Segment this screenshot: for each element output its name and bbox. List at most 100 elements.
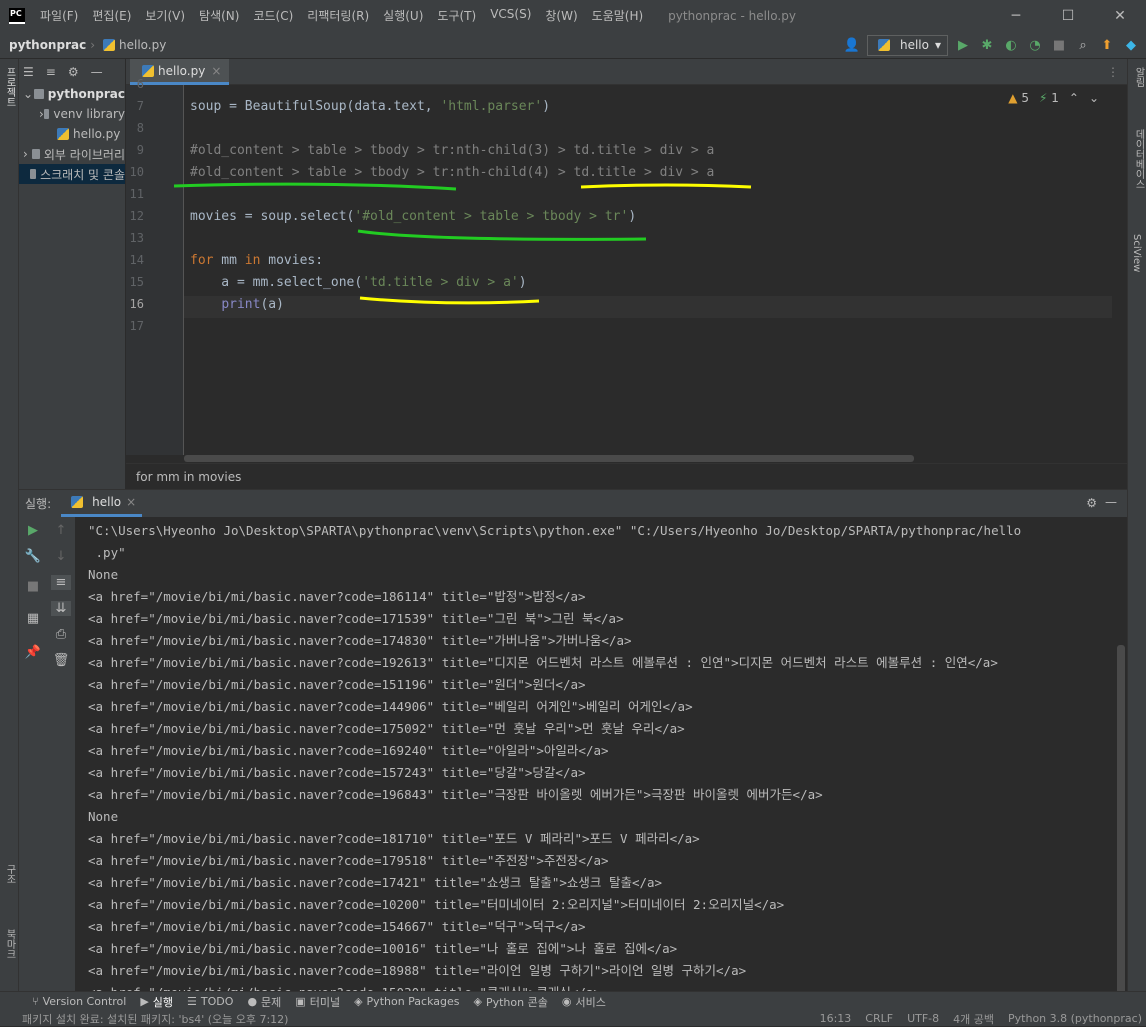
tool-tab-problems[interactable]: ● 문제 [247,994,281,1010]
console-scrollbar[interactable] [1117,645,1125,1015]
indent-setting[interactable]: 4개 공백 [953,1011,994,1027]
menu-item-4[interactable]: 코드(C) [246,7,300,24]
maximize-button[interactable]: ☐ [1042,0,1094,31]
run-config-label: hello [899,38,929,52]
tree-arrow-icon[interactable]: › [23,147,32,161]
jetbrains-icon[interactable]: ◆ [1122,38,1140,53]
tree-item[interactable]: hello.py [19,124,125,144]
gear-icon[interactable]: ⚙ [68,65,79,79]
coverage-icon[interactable]: ◐ [1002,38,1020,53]
green-underline-line-12 [357,229,647,241]
navigation-bar: pythonprac › hello.py 👤 hello ▾ ▶ ✱ ◐ ◔ … [0,31,1146,59]
hide-icon[interactable]: — [1105,495,1117,509]
status-message[interactable]: 패키지 설치 완료: 설치된 패키지: 'bs4' (오늘 오후 7:12) [22,1011,288,1027]
problems-icon: ● [247,995,258,1008]
stop-icon[interactable]: ■ [23,579,43,594]
yellow-underline-line-10 [580,183,752,189]
debug-icon[interactable]: ✱ [978,38,996,53]
up-icon[interactable]: ↑ [51,523,71,538]
print-icon[interactable]: ⎙ [51,627,71,642]
database-tool-tab[interactable]: 데이터베이스 [1131,129,1146,189]
console-line: "C:\Users\Hyeonho Jo\Desktop\SPARTA\pyth… [88,523,1022,538]
menu-item-6[interactable]: 실행(U) [376,7,430,24]
pin-icon[interactable]: 📌 [23,645,43,660]
menu-item-10[interactable]: 도움말(H) [585,7,651,24]
run-config-select[interactable]: hello ▾ [866,34,948,56]
console-output[interactable]: "C:\Users\Hyeonho Jo\Desktop\SPARTA\pyth… [88,517,1113,992]
console-line: <a href="/movie/bi/mi/basic.naver?code=1… [88,589,586,604]
horizontal-scrollbar[interactable] [184,455,914,462]
menu-item-7[interactable]: 도구(T) [430,7,483,24]
project-tool-tab[interactable]: 프로젝트 [2,67,17,107]
line-separator[interactable]: CRLF [865,1012,893,1025]
tree-item[interactable]: 스크래치 및 콘솔 [19,164,125,184]
wrench-icon[interactable]: 🔧 [23,549,43,564]
tool-tab-label: 문제 [261,995,282,1009]
tool-tab-todo[interactable]: ☰ TODO [187,995,233,1008]
minimize-button[interactable]: ─ [990,0,1042,31]
soft-wrap-icon[interactable]: ≡ [51,575,71,590]
breadcrumb-project[interactable]: pythonprac [9,38,86,52]
tool-tab-services[interactable]: ◉ 서비스 [562,994,606,1010]
services-icon: ◉ [561,995,572,1008]
expand-all-icon[interactable]: ☰ [23,65,34,79]
chevron-right-icon: › [90,37,96,52]
annotation-marks [173,182,752,305]
tree-item[interactable]: › 외부 라이브러리 [19,144,125,164]
close-tab-icon[interactable]: × [126,495,136,509]
console-line: <a href="/movie/bi/mi/basic.naver?code=1… [88,743,609,758]
profile-icon[interactable]: ◔ [1026,38,1044,53]
tree-item[interactable]: › venv library [19,104,125,124]
layout-icon[interactable]: ▦ [23,611,43,626]
menu-item-9[interactable]: 창(W) [538,7,584,24]
cursor-position[interactable]: 16:13 [820,1012,852,1025]
search-icon[interactable]: ⌕ [1074,38,1092,53]
user-icon[interactable]: 👤 [843,38,861,53]
python-console-icon: ◈ [473,995,482,1008]
menu-item-8[interactable]: VCS(S) [483,7,538,24]
stop-icon[interactable]: ■ [1050,38,1068,53]
menu-item-1[interactable]: 편집(E) [85,7,138,24]
menu-item-0[interactable]: 파일(F) [33,7,85,24]
console-line: <a href="/movie/bi/mi/basic.naver?code=1… [88,963,747,978]
folder-icon [29,169,37,179]
python-interpreter[interactable]: Python 3.8 (pythonprac) [1008,1012,1142,1025]
tool-tab-python-console[interactable]: ◈ Python 콘솔 [474,994,548,1010]
update-icon[interactable]: ⬆ [1098,38,1116,53]
tool-tab-python-packages[interactable]: ◈ Python Packages [354,995,459,1008]
notifications-tool-tab[interactable]: 알림 [1131,67,1146,87]
close-button[interactable]: ✕ [1094,0,1146,31]
console-line: <a href="/movie/bi/mi/basic.naver?code=1… [88,919,586,934]
run-icon[interactable]: ▶ [954,38,972,53]
terminal-icon: ▣ [295,995,306,1008]
run-tab-hello[interactable]: hello × [61,490,143,517]
structure-tool-tab[interactable]: 구조 [2,864,17,884]
tool-tab-run[interactable]: ▶ 실행 [140,994,173,1010]
version-control-icon: ⑂ [32,995,39,1008]
menu-item-3[interactable]: 탐색(N) [192,7,246,24]
code-breadcrumb[interactable]: for mm in movies [126,463,1127,489]
scroll-to-end-icon[interactable]: ⇊ [51,601,71,616]
breadcrumb-file[interactable]: hello.py [119,38,166,52]
collapse-all-icon[interactable]: ≡ [46,65,56,79]
down-icon[interactable]: ↓ [51,549,71,564]
tool-tab-label: TODO [200,995,234,1008]
bookmarks-tool-tab[interactable]: 북마크 [2,929,17,959]
folder-icon [31,149,40,159]
tool-tab-version-control[interactable]: ⑂ Version Control [32,995,126,1008]
trash-icon[interactable]: 🗑 [51,653,71,668]
tool-tab-label: 서비스 [575,995,606,1009]
file-encoding[interactable]: UTF-8 [907,1012,939,1025]
hide-icon[interactable]: — [91,65,103,79]
tree-arrow-icon[interactable]: ⌄ [23,87,34,101]
sciview-tool-tab[interactable]: SciView [1131,234,1142,272]
menu-item-5[interactable]: 리팩터링(R) [300,7,376,24]
console-line: <a href="/movie/bi/mi/basic.naver?code=1… [88,853,609,868]
rerun-icon[interactable]: ▶ [23,523,43,538]
menu-item-2[interactable]: 보기(V) [138,7,192,24]
console-line: <a href="/movie/bi/mi/basic.naver?code=1… [88,787,823,802]
gear-icon[interactable]: ⚙ [1086,496,1097,510]
tree-item[interactable]: ⌄ pythonprac [19,84,125,104]
tool-tab-terminal[interactable]: ▣ 터미널 [295,994,340,1010]
console-line: <a href="/movie/bi/mi/basic.naver?code=1… [88,633,632,648]
